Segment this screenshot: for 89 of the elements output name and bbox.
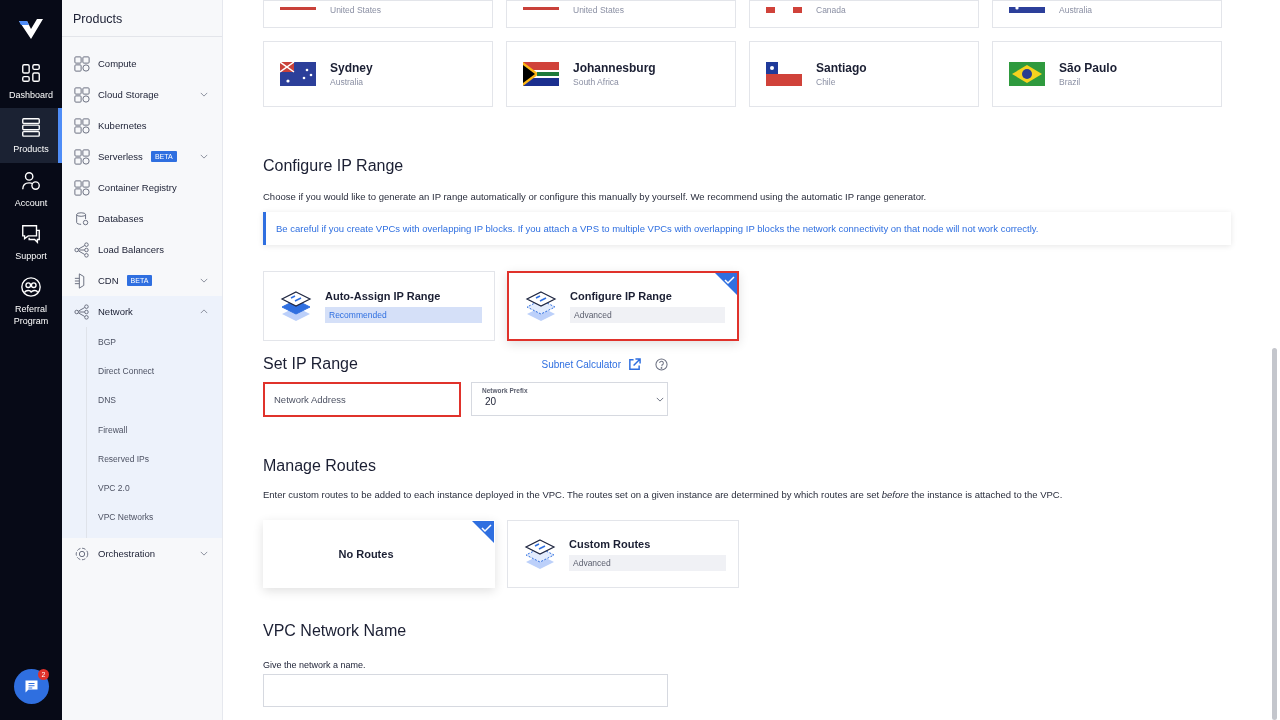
network-icon <box>74 303 90 320</box>
country-name: Canada <box>816 5 846 15</box>
region-card[interactable]: Johannesburg South Africa <box>506 41 736 107</box>
option-tag: Advanced <box>569 554 726 571</box>
region-card[interactable]: United States <box>506 0 736 28</box>
flag-icon <box>280 7 316 13</box>
flag-icon <box>1009 7 1045 13</box>
flag-icon <box>766 62 802 86</box>
sidebar-subitem[interactable]: VPC Networks <box>87 502 222 533</box>
subnet-calculator-link[interactable]: Subnet Calculator <box>541 358 621 370</box>
city-name: Johannesburg <box>573 61 656 75</box>
database-icon <box>74 210 90 227</box>
chat-icon <box>20 223 42 245</box>
sidebar-subitem[interactable]: BGP <box>87 327 222 357</box>
server-icon <box>20 116 42 138</box>
flag-icon <box>766 7 802 13</box>
option-card[interactable]: Custom Routes Advanced <box>507 520 739 588</box>
country-name: Brazil <box>1059 77 1082 87</box>
region-card[interactable]: United States <box>263 0 493 28</box>
sidebar-subitem[interactable]: Direct Connect <box>87 356 222 386</box>
region-card[interactable]: Australia <box>992 0 1222 28</box>
city-name: Santiago <box>816 61 867 75</box>
selected-check-icon <box>472 521 494 543</box>
sidebar-item[interactable]: Load Balancers <box>62 234 222 265</box>
chat-button[interactable] <box>14 669 49 704</box>
nodes-icon <box>74 241 90 258</box>
region-card[interactable]: Santiago Chile <box>749 41 979 107</box>
grid-icon <box>74 55 90 72</box>
flag-icon <box>523 62 559 86</box>
rail-nav-item[interactable]: Dashboard <box>0 55 62 108</box>
sidebar-subitem[interactable]: Reserved IPs <box>87 444 222 474</box>
sidebar-title: Products <box>62 0 222 37</box>
people-icon <box>20 276 42 298</box>
country-name: United States <box>573 5 625 15</box>
option-tag: Recommended <box>325 306 482 323</box>
country-name: United States <box>330 5 382 15</box>
option-card[interactable]: No Routes <box>263 520 495 588</box>
grid-icon <box>20 62 42 84</box>
flag-icon <box>1009 62 1045 86</box>
layers-outline-icon <box>524 537 556 571</box>
country-name: South Africa <box>573 77 620 87</box>
section-description: Choose if you would like to generate an IP range automatically or configure this manually by yourself. We recommend using the automatic IP range generator. <box>263 191 928 202</box>
region-card[interactable]: São Paulo Brazil <box>992 41 1222 107</box>
user-icon <box>20 170 42 192</box>
help-icon[interactable] <box>655 357 668 371</box>
region-card[interactable]: Sydney Australia <box>263 41 493 107</box>
section-description: Enter custom routes to be added to each instance deployed in the VPC. The routes set on a given instance are determined by which routes are set before the instance is attached to the VPC. <box>263 489 1064 500</box>
section-heading: VPC Network Name <box>263 622 408 640</box>
rail-nav-item[interactable]: Products <box>0 108 62 163</box>
sidebar-subitem[interactable]: Firewall <box>87 414 222 445</box>
grid-icon <box>74 117 90 134</box>
option-card[interactable]: Configure IP Range Advanced <box>507 271 739 341</box>
rail-nav-item[interactable]: Referral Program <box>0 269 62 334</box>
option-tag: Advanced <box>570 306 725 323</box>
region-card[interactable]: Canada <box>749 0 979 28</box>
sidebar-item[interactable]: Orchestration <box>62 538 222 570</box>
section-heading: Set IP Range <box>263 355 359 373</box>
network-name-field[interactable] <box>263 674 668 707</box>
layers-icon <box>280 289 312 323</box>
sidebar-item[interactable]: Compute <box>62 48 222 79</box>
selected-check-icon <box>715 273 737 295</box>
country-name: Australia <box>1059 5 1093 15</box>
logo-icon[interactable] <box>19 19 43 39</box>
field-label: Give the network a name. <box>263 660 367 670</box>
sidebar-item[interactable]: Container Registry <box>62 172 222 203</box>
chat-icon <box>24 679 39 694</box>
network-address-field[interactable]: Network Address <box>263 382 461 417</box>
warning-alert: Be careful if you create VPCs with overlapping IP blocks. If you attach a VPS to multiple VPCs with overlapping IP blocks the network connectivity on that node will not work correctly. <box>263 212 1231 245</box>
sidebar-subitem[interactable]: DNS <box>87 385 222 415</box>
gear-icon <box>74 545 90 562</box>
chevron-down-icon <box>656 397 664 402</box>
scrollbar[interactable] <box>1272 348 1277 720</box>
city-name: São Paulo <box>1059 61 1117 75</box>
option-card[interactable]: Auto-Assign IP Range Recommended <box>263 271 495 341</box>
rail-nav-item[interactable]: Account <box>0 163 62 216</box>
section-heading: Manage Routes <box>263 457 377 475</box>
flag-icon <box>280 62 316 86</box>
sidebar-item[interactable]: Kubernetes <box>62 110 222 141</box>
city-name: Sydney <box>330 61 373 75</box>
country-name: Australia <box>330 77 365 87</box>
sidebar-subitem[interactable]: VPC 2.0 <box>87 473 222 503</box>
sidebar-item[interactable]: Databases <box>62 203 222 234</box>
section-heading: Configure IP Range <box>263 157 405 175</box>
flag-icon <box>523 7 559 13</box>
rail-nav-item[interactable]: Support <box>0 216 62 269</box>
sidebar-item[interactable]: Cloud Storage <box>62 79 222 110</box>
country-name: Chile <box>816 77 837 87</box>
external-link-icon[interactable] <box>628 357 641 371</box>
layers-outline-icon <box>525 289 557 323</box>
